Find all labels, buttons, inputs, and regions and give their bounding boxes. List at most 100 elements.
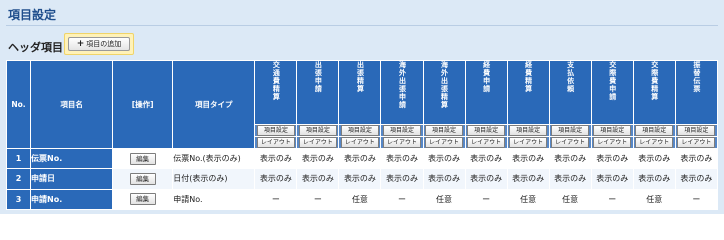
setting-value: 表示のみ (422, 168, 466, 190)
row-number: 2 (5, 168, 32, 190)
setting-value: 表示のみ (254, 147, 298, 170)
document-type-label: 海外出張申請 (398, 61, 407, 109)
item-settings-cell: 項目設定 (338, 124, 382, 137)
setting-value: 表示のみ (506, 168, 550, 190)
layout-button[interactable]: レイアウト (382, 137, 421, 148)
row-number: 3 (5, 188, 32, 211)
layout-cell: レイアウト (632, 136, 676, 149)
layout-button[interactable]: レイアウト (256, 137, 295, 148)
setting-value: 表示のみ (380, 147, 424, 170)
layout-button[interactable]: レイアウト (635, 137, 674, 148)
item-settings-button[interactable]: 項目設定 (298, 125, 337, 136)
operation-cell: 編集 (112, 168, 174, 190)
setting-value: ー (674, 188, 719, 211)
item-settings-button[interactable]: 項目設定 (256, 125, 295, 136)
table-row: 2 申請日 編集 日付(表示のみ) 表示のみ 表示のみ 表示のみ 表示のみ 表示のみ 表示のみ 表示… (5, 168, 719, 190)
item-settings-cell: 項目設定 (674, 124, 719, 137)
document-type-header-9: 交際費申請 (590, 60, 634, 125)
layout-button[interactable]: レイアウト (551, 137, 590, 148)
setting-value: ー (590, 188, 634, 211)
setting-value: 表示のみ (632, 168, 676, 190)
layout-cell: レイアウト (380, 136, 424, 149)
row-number: 1 (5, 147, 32, 170)
item-settings-button[interactable]: 項目設定 (425, 125, 464, 136)
setting-value: 表示のみ (338, 168, 382, 190)
setting-value: 任意 (338, 188, 382, 211)
setting-value: 表示のみ (548, 147, 592, 170)
operation-cell: 編集 (112, 147, 174, 170)
edit-button[interactable]: 編集 (129, 152, 156, 165)
document-type-label: 振替伝票 (692, 61, 701, 93)
item-settings-button[interactable]: 項目設定 (467, 125, 506, 136)
item-settings-button[interactable]: 項目設定 (593, 125, 632, 136)
item-settings-button[interactable]: 項目設定 (551, 125, 590, 136)
layout-cell: レイアウト (254, 136, 298, 149)
edit-button[interactable]: 編集 (129, 172, 156, 185)
item-settings-button[interactable]: 項目設定 (635, 125, 674, 136)
setting-value: 表示のみ (464, 147, 508, 170)
layout-button[interactable]: レイアウト (340, 137, 379, 148)
document-type-label: 海外出張精算 (440, 61, 449, 109)
document-type-label: 出張申請 (314, 61, 323, 93)
setting-value: 表示のみ (464, 168, 508, 190)
page-title: 項目設定 (8, 8, 57, 22)
setting-value: 表示のみ (506, 147, 550, 170)
item-settings-button[interactable]: 項目設定 (382, 125, 421, 136)
add-item-button[interactable]: + 項目の追加 (68, 37, 130, 51)
item-name-header: 項目名 (30, 60, 114, 149)
plus-icon: + (76, 39, 85, 49)
document-type-header-1: 交通費精算 (254, 60, 298, 125)
layout-button[interactable]: レイアウト (593, 137, 632, 148)
section-title: ヘッダ項目 (8, 41, 63, 54)
setting-value: 任意 (632, 188, 676, 211)
layout-cell: レイアウト (296, 136, 340, 149)
layout-button[interactable]: レイアウト (509, 137, 548, 148)
item-settings-button[interactable]: 項目設定 (509, 125, 548, 136)
layout-cell: レイアウト (674, 136, 719, 149)
item-settings-cell: 項目設定 (506, 124, 550, 137)
layout-button[interactable]: レイアウト (467, 137, 506, 148)
item-settings-table: No. 項目名 [操作] 項目タイプ 交通費精算 出張申請 出張精算 海外出張申請 海外… (5, 60, 719, 211)
item-name: 伝票No. (30, 147, 114, 170)
layout-button[interactable]: レイアウト (298, 137, 337, 148)
add-item-button-label: 項目の追加 (86, 40, 122, 48)
item-settings-cell: 項目設定 (632, 124, 676, 137)
setting-value: ー (464, 188, 508, 211)
table-row: 1 伝票No. 編集 伝票No.(表示のみ) 表示のみ 表示のみ 表示のみ 表示のみ 表示のみ表… (5, 147, 719, 170)
layout-button[interactable]: レイアウト (677, 137, 716, 148)
document-type-header-7: 経費精算 (506, 60, 550, 125)
document-type-label: 交際費申請 (608, 61, 617, 101)
operation-cell: 編集 (112, 188, 174, 211)
operation-header: [操作] (112, 60, 174, 149)
item-type: 伝票No.(表示のみ) (172, 147, 256, 170)
document-type-header-4: 海外出張申請 (380, 60, 424, 125)
item-type: 日付(表示のみ) (172, 168, 256, 190)
item-name: 申請No. (30, 188, 114, 211)
item-settings-button[interactable]: 項目設定 (340, 125, 379, 136)
document-type-label: 交通費精算 (272, 61, 281, 101)
setting-value: ー (380, 188, 424, 211)
document-type-header-11: 振替伝票 (674, 60, 719, 125)
edit-button[interactable]: 編集 (129, 193, 156, 206)
layout-cell: レイアウト (506, 136, 550, 149)
setting-value: 任意 (506, 188, 550, 211)
document-type-header-5: 海外出張精算 (422, 60, 466, 125)
layout-cell: レイアウト (590, 136, 634, 149)
setting-value: 表示のみ (548, 168, 592, 190)
document-type-label: 出張精算 (356, 61, 365, 93)
item-settings-cell: 項目設定 (296, 124, 340, 137)
title-divider (6, 25, 718, 26)
item-type-header: 項目タイプ (172, 60, 256, 149)
item-settings-cell: 項目設定 (590, 124, 634, 137)
document-type-header-6: 経費申請 (464, 60, 508, 125)
layout-cell: レイアウト (548, 136, 592, 149)
layout-cell: レイアウト (338, 136, 382, 149)
setting-value: 表示のみ (380, 168, 424, 190)
document-type-header-8: 支払依頼 (548, 60, 592, 125)
setting-value: 表示のみ (296, 147, 340, 170)
table-row: 3 申請No. 編集 申請No. ーー任意ー任意ー任意 任意ー任意ー (5, 188, 719, 211)
layout-cell: レイアウト (464, 136, 508, 149)
layout-button[interactable]: レイアウト (425, 137, 464, 148)
item-settings-button[interactable]: 項目設定 (677, 125, 716, 136)
item-settings-cell: 項目設定 (464, 124, 508, 137)
